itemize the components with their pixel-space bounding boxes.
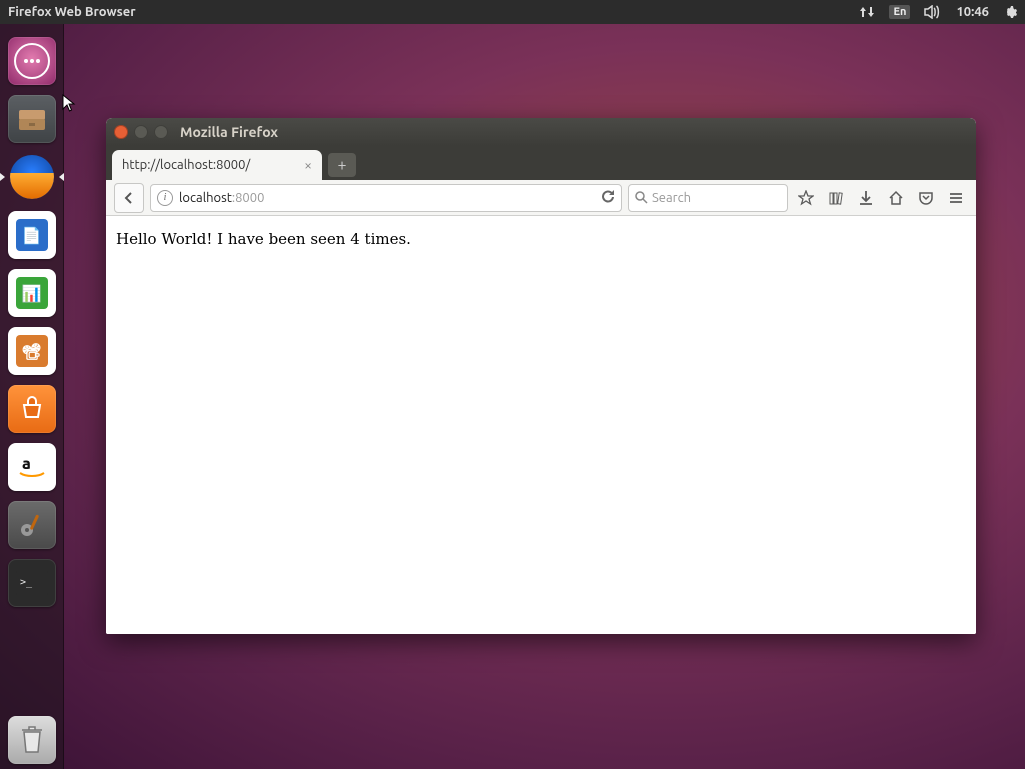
- window-close-button[interactable]: [114, 125, 128, 139]
- mouse-cursor-icon: [62, 94, 78, 114]
- navigation-toolbar: i localhost:8000 Search: [106, 180, 976, 216]
- launcher-dock: 📄 📊 📽 a >_: [0, 24, 64, 769]
- clock-indicator[interactable]: 10:46: [956, 5, 989, 19]
- launcher-amazon[interactable]: a: [8, 443, 56, 491]
- browser-tab[interactable]: http://localhost:8000/ ×: [112, 150, 322, 180]
- search-placeholder: Search: [652, 191, 691, 205]
- launcher-dash[interactable]: [8, 37, 56, 85]
- downloads-icon[interactable]: [854, 186, 878, 210]
- identity-icon[interactable]: i: [157, 190, 173, 206]
- launcher-calc[interactable]: 📊: [8, 269, 56, 317]
- bookmark-star-icon[interactable]: [794, 186, 818, 210]
- launcher-software[interactable]: [8, 385, 56, 433]
- tab-title: http://localhost:8000/: [122, 158, 250, 172]
- url-host: localhost: [179, 191, 232, 205]
- top-menubar: Firefox Web Browser En 10:46: [0, 0, 1025, 24]
- reload-icon[interactable]: [601, 189, 615, 206]
- library-icon[interactable]: [824, 186, 848, 210]
- launcher-files[interactable]: [8, 95, 56, 143]
- url-bar[interactable]: i localhost:8000: [150, 184, 622, 212]
- svg-text:>_: >_: [20, 577, 33, 588]
- volume-indicator-icon[interactable]: [924, 5, 942, 19]
- tab-close-icon[interactable]: ×: [304, 157, 312, 173]
- firefox-window: Mozilla Firefox http://localhost:8000/ ×…: [106, 118, 976, 634]
- url-port: :8000: [232, 191, 265, 205]
- launcher-impress[interactable]: 📽: [8, 327, 56, 375]
- svg-text:a: a: [22, 455, 31, 473]
- window-minimize-button[interactable]: [134, 125, 148, 139]
- window-titlebar[interactable]: Mozilla Firefox: [106, 118, 976, 146]
- launcher-terminal[interactable]: >_: [8, 559, 56, 607]
- window-maximize-button[interactable]: [154, 125, 168, 139]
- network-indicator-icon[interactable]: [859, 5, 875, 19]
- launcher-writer[interactable]: 📄: [8, 211, 56, 259]
- search-bar[interactable]: Search: [628, 184, 788, 212]
- input-method-indicator[interactable]: En: [889, 5, 910, 19]
- page-text: Hello World! I have been seen 4 times.: [116, 230, 411, 248]
- tab-strip: http://localhost:8000/ × +: [106, 146, 976, 180]
- new-tab-button[interactable]: +: [328, 153, 356, 177]
- menu-icon[interactable]: [944, 186, 968, 210]
- page-content: Hello World! I have been seen 4 times.: [106, 216, 976, 634]
- window-title: Mozilla Firefox: [180, 124, 278, 140]
- pocket-icon[interactable]: [914, 186, 938, 210]
- home-icon[interactable]: [884, 186, 908, 210]
- launcher-trash[interactable]: [8, 716, 56, 764]
- active-app-title: Firefox Web Browser: [8, 5, 136, 19]
- launcher-firefox[interactable]: [8, 153, 56, 201]
- back-button[interactable]: [114, 183, 144, 213]
- launcher-settings[interactable]: [8, 501, 56, 549]
- gear-indicator-icon[interactable]: [1003, 5, 1017, 19]
